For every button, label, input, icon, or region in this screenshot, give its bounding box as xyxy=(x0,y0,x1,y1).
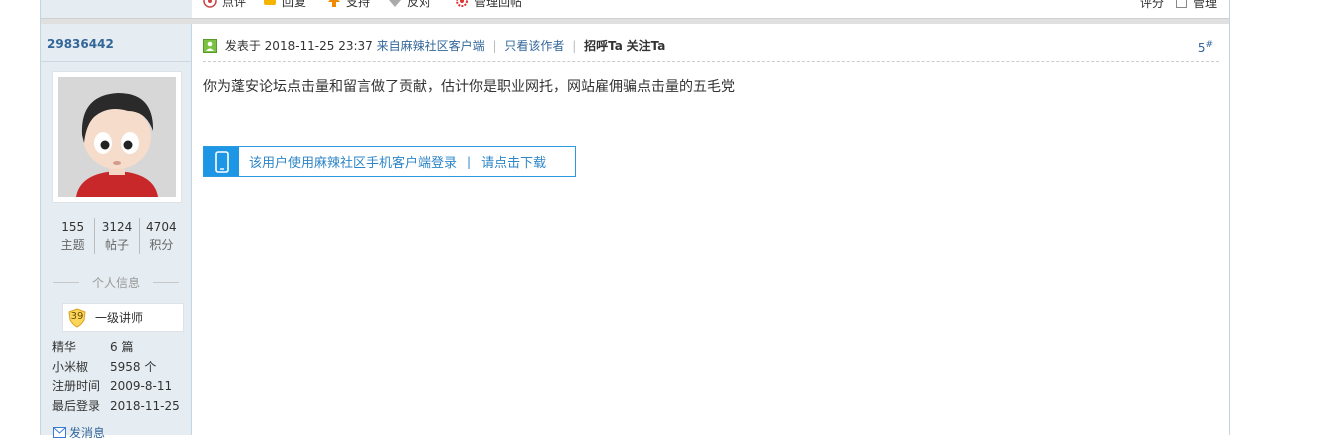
info-row: 小米椒 5958 个 xyxy=(52,359,157,374)
previous-post-action-bar: 点评 回复 支持 反对 管理回帖 评分 管理 xyxy=(193,0,1229,18)
rank-badge: 39 一级讲师 xyxy=(62,303,184,332)
greet-link[interactable]: 招呼Ta xyxy=(584,39,623,53)
stat-value: 4704 xyxy=(146,220,177,234)
comment-button[interactable]: 点评 xyxy=(203,0,246,9)
info-row: 注册时间 2009-8-11 xyxy=(52,379,173,393)
online-status-icon xyxy=(203,39,217,53)
post-content-area: 发表于 2018-11-25 23:37 来自麻辣社区客户端 | 只看该作者 |… xyxy=(193,24,1229,435)
gear-icon xyxy=(456,0,468,7)
info-row: 精华 6 篇 xyxy=(52,340,134,354)
default-avatar-icon xyxy=(58,77,176,197)
divider: | xyxy=(572,39,577,53)
support-button[interactable]: 支持 xyxy=(327,0,370,9)
oppose-button[interactable]: 反对 xyxy=(388,0,431,9)
author-username[interactable]: 29836442 xyxy=(47,37,114,51)
post-message: 你为蓬安论坛点击量和留言做了贡献，估计你是职业网托，网站雇佣骗点击量的五毛党 xyxy=(203,79,735,95)
stat-posts[interactable]: 3124 帖子 xyxy=(94,218,138,254)
manage-reply-button[interactable]: 管理回帖 xyxy=(455,0,522,9)
posted-time: 2018-11-25 23:37 xyxy=(264,39,373,53)
personal-info-heading: 个人信息 xyxy=(49,274,183,291)
divider xyxy=(41,61,191,62)
stat-label: 帖子 xyxy=(104,238,129,252)
reply-icon xyxy=(264,0,276,5)
stat-threads[interactable]: 155 主题 xyxy=(51,218,94,254)
stat-label: 主题 xyxy=(60,238,85,252)
admin-label: 管理 xyxy=(1192,0,1217,10)
rate-link[interactable]: 评分 xyxy=(1140,0,1164,11)
level-shield-icon: 39 xyxy=(67,307,87,328)
avatar-image xyxy=(58,77,176,197)
follow-link[interactable]: 关注Ta xyxy=(627,39,666,53)
admin-checkbox[interactable] xyxy=(1175,0,1187,8)
divider: | xyxy=(492,39,497,53)
mobile-login-text: 该用户使用麻辣社区手机客户端登录 xyxy=(249,156,458,171)
info-row: 最后登录 2018-11-25 xyxy=(52,398,180,413)
thumbs-down-arrow-icon xyxy=(389,0,401,7)
divider: | xyxy=(467,154,472,169)
thumbs-up-arrow-icon xyxy=(328,0,340,7)
rank-name: 一级讲师 xyxy=(95,311,144,325)
rank-level: 39 xyxy=(70,310,84,322)
mobile-client-banner[interactable]: 该用户使用麻辣社区手机客户端登录 | 请点击下载 xyxy=(203,146,576,177)
previous-post-sidebar xyxy=(41,0,192,18)
download-link[interactable]: 请点击下载 xyxy=(481,152,546,171)
user-stats: 155 主题 3124 帖子 4704 积分 xyxy=(51,218,183,254)
reply-button[interactable]: 回复 xyxy=(263,0,306,9)
floor-number-link[interactable]: 5# xyxy=(1198,40,1213,55)
avatar[interactable] xyxy=(52,71,182,203)
send-message-link[interactable]: 发消息 xyxy=(53,424,105,441)
stat-label: 积分 xyxy=(149,238,174,252)
stat-value: 3124 xyxy=(101,220,133,234)
comment-icon xyxy=(203,0,217,8)
posted-prefix: 发表于 xyxy=(224,39,261,53)
user-info-list: 精华 6 篇 小米椒 5958 个 注册时间 2009-8-11 最后登录 2018-1… xyxy=(52,338,180,416)
previous-post-right-actions: 评分 管理 xyxy=(1140,0,1217,11)
post-meta-bar: 发表于 2018-11-25 23:37 来自麻辣社区客户端 | 只看该作者 |… xyxy=(203,37,1219,62)
client-source-link[interactable]: 来自麻辣社区客户端 xyxy=(377,39,485,53)
only-author-link[interactable]: 只看该作者 xyxy=(504,39,564,53)
mobile-phone-icon xyxy=(204,147,239,176)
author-sidebar: 29836442 155 主题 3124 帖子 4704 积分 个人信息 39 … xyxy=(41,24,192,440)
stat-credits[interactable]: 4704 积分 xyxy=(138,218,183,254)
stat-value: 155 xyxy=(61,220,85,234)
envelope-icon xyxy=(53,427,66,438)
